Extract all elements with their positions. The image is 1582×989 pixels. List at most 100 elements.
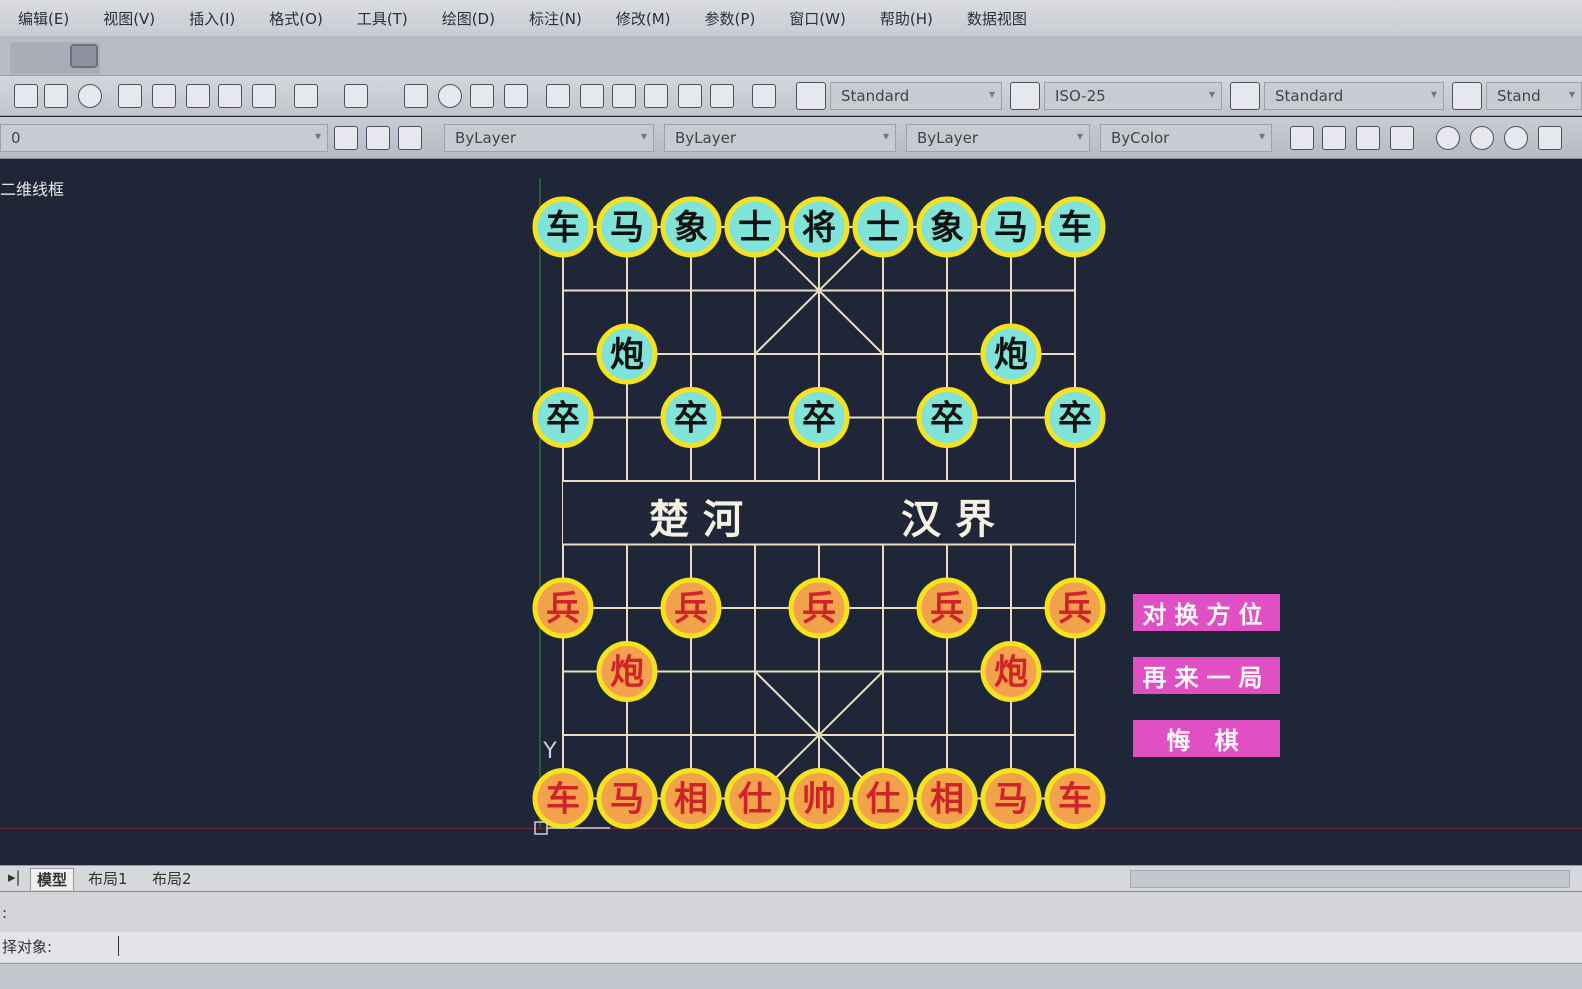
black-piece[interactable]: 车: [1044, 196, 1106, 258]
black-piece[interactable]: 马: [596, 196, 658, 258]
red-piece[interactable]: 车: [1044, 768, 1106, 829]
menu-parametric[interactable]: 参数(P): [705, 8, 756, 29]
undo-icon[interactable]: [294, 84, 318, 108]
command-input[interactable]: 择对象:: [0, 932, 1582, 962]
layer-select[interactable]: 0: [0, 124, 328, 152]
zoom-previous-icon[interactable]: [504, 84, 528, 108]
menu-data-view[interactable]: 数据视图: [967, 8, 1027, 29]
color-select[interactable]: ByLayer: [444, 124, 654, 152]
tab-layout2[interactable]: 布局2: [146, 868, 198, 889]
menu-dimension[interactable]: 标注(N): [529, 8, 582, 29]
red-piece[interactable]: 兵: [1044, 577, 1106, 639]
match-properties-icon[interactable]: [252, 84, 276, 108]
angular-dim-icon[interactable]: [1538, 126, 1562, 150]
lineweight-select[interactable]: ByLayer: [906, 124, 1090, 152]
multileader-style-select[interactable]: Stand: [1486, 82, 1582, 110]
menu-window[interactable]: 窗口(W): [789, 8, 846, 29]
black-piece[interactable]: 卒: [660, 387, 722, 448]
multileader-style-icon[interactable]: [1452, 82, 1482, 110]
properties-icon[interactable]: [546, 84, 570, 108]
copy-icon[interactable]: [152, 84, 176, 108]
arc-length-icon[interactable]: [1356, 126, 1380, 150]
pan-icon[interactable]: [404, 84, 428, 108]
tab-model[interactable]: 模型: [30, 868, 75, 890]
new-tab-icon[interactable]: [70, 44, 98, 68]
swap-sides-button[interactable]: 对换方位: [1133, 594, 1280, 631]
sheet-set-icon[interactable]: [644, 84, 668, 108]
red-piece[interactable]: 马: [596, 768, 658, 829]
chess-board[interactable]: 楚 河 汉 界 车马象士将士象马车炮 炮卒卒卒卒卒兵兵兵兵兵炮 炮车马相仕帅仕相马车…: [0, 160, 1582, 865]
black-piece[interactable]: 卒: [916, 387, 978, 448]
undo-move-button[interactable]: 悔 棋: [1133, 720, 1280, 757]
aligned-dim-icon[interactable]: [1322, 126, 1346, 150]
zoom-window-icon[interactable]: [470, 84, 494, 108]
black-piece[interactable]: 卒: [1044, 387, 1106, 448]
cut-icon[interactable]: [118, 84, 142, 108]
layer-previous-icon[interactable]: [398, 126, 422, 150]
menu-view[interactable]: 视图(V): [103, 8, 155, 29]
help-icon[interactable]: [752, 84, 776, 108]
black-piece[interactable]: 士: [852, 196, 914, 258]
table-style-icon[interactable]: [1230, 82, 1260, 110]
plot-preview-icon[interactable]: [14, 84, 38, 108]
black-piece[interactable]: 马: [980, 196, 1042, 258]
black-piece[interactable]: 士: [724, 196, 786, 258]
radius-dim-icon[interactable]: [1436, 126, 1460, 150]
paste-icon[interactable]: [186, 84, 210, 108]
markup-icon[interactable]: [678, 84, 702, 108]
red-piece[interactable]: 仕: [852, 768, 914, 829]
red-piece[interactable]: 炮: [596, 641, 658, 702]
black-piece[interactable]: 炮: [596, 323, 658, 385]
paste-block-icon[interactable]: [218, 84, 242, 108]
black-piece[interactable]: 车: [532, 196, 594, 258]
make-current-layer-icon[interactable]: [366, 126, 390, 150]
drawing-area[interactable]: 二维线框 楚 河 汉 界 车马象士将士象马车炮炮卒卒卒卒卒兵兵兵兵兵炮炮车马相仕…: [0, 160, 1582, 865]
text-style-icon[interactable]: [796, 82, 826, 110]
redo-icon[interactable]: [344, 84, 368, 108]
black-piece[interactable]: 卒: [532, 387, 594, 448]
menu-draw[interactable]: 绘图(D): [442, 8, 495, 29]
red-piece[interactable]: 车: [532, 768, 594, 829]
tab-layout1[interactable]: 布局1: [82, 868, 134, 889]
linetype-select[interactable]: ByLayer: [664, 124, 896, 152]
publish-icon[interactable]: [44, 84, 68, 108]
linear-dim-icon[interactable]: [1290, 126, 1314, 150]
layer-properties-icon[interactable]: [334, 126, 358, 150]
black-piece[interactable]: 卒: [788, 387, 850, 448]
menu-help[interactable]: 帮助(H): [880, 8, 933, 29]
plotstyle-select[interactable]: ByColor: [1100, 124, 1272, 152]
menu-tools[interactable]: 工具(T): [357, 8, 408, 29]
black-piece[interactable]: 炮: [980, 323, 1042, 385]
red-piece[interactable]: 帅: [788, 768, 850, 829]
red-piece[interactable]: 炮: [980, 641, 1042, 702]
black-piece[interactable]: 象: [660, 196, 722, 258]
dim-style-select[interactable]: ISO-25: [1044, 82, 1222, 110]
design-center-icon[interactable]: [580, 84, 604, 108]
menu-insert[interactable]: 插入(I): [189, 8, 235, 29]
menu-format[interactable]: 格式(O): [269, 8, 323, 29]
tool-palettes-icon[interactable]: [612, 84, 636, 108]
red-piece[interactable]: 兵: [788, 577, 850, 639]
diameter-dim-icon[interactable]: [1504, 126, 1528, 150]
table-style-select[interactable]: Standard: [1264, 82, 1444, 110]
tab-nav-arrows[interactable]: ▸|: [2, 868, 27, 886]
calculator-icon[interactable]: [710, 84, 734, 108]
red-piece[interactable]: 相: [916, 768, 978, 829]
menu-modify[interactable]: 修改(M): [616, 8, 671, 29]
red-piece[interactable]: 仕: [724, 768, 786, 829]
red-piece[interactable]: 马: [980, 768, 1042, 829]
ordinate-dim-icon[interactable]: [1390, 126, 1414, 150]
jogged-dim-icon[interactable]: [1470, 126, 1494, 150]
horizontal-scrollbar[interactable]: [1130, 870, 1570, 888]
dim-style-icon[interactable]: [1010, 82, 1040, 110]
red-piece[interactable]: 兵: [532, 577, 594, 639]
black-piece[interactable]: 象: [916, 196, 978, 258]
menu-edit[interactable]: 编辑(E): [18, 8, 69, 29]
zoom-realtime-icon[interactable]: [438, 84, 462, 108]
new-game-button[interactable]: 再来一局: [1133, 657, 1280, 694]
red-piece[interactable]: 相: [660, 768, 722, 829]
text-style-select[interactable]: Standard: [830, 82, 1002, 110]
black-piece[interactable]: 将: [788, 196, 850, 258]
3d-dwf-icon[interactable]: [78, 84, 102, 108]
red-piece[interactable]: 兵: [916, 577, 978, 639]
